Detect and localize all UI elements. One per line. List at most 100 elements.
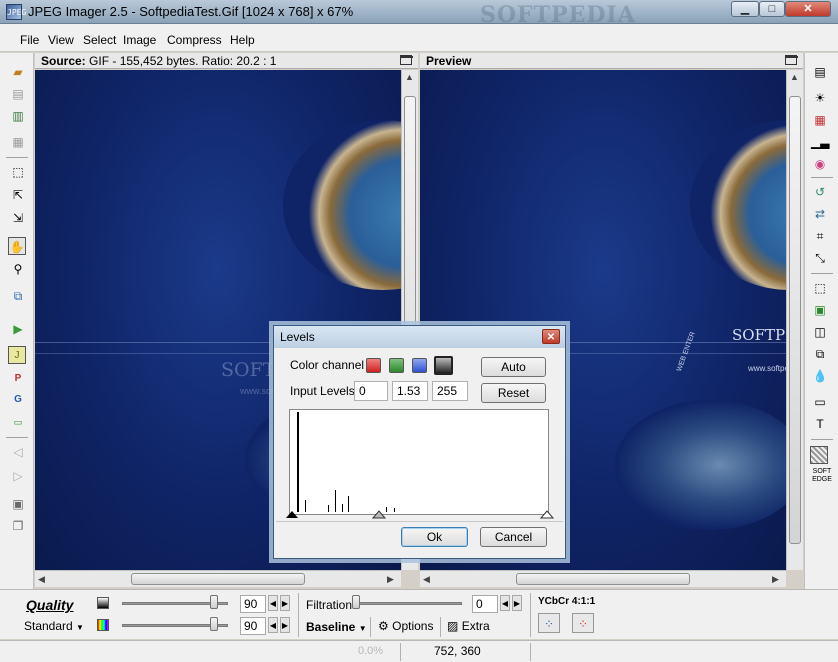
soft-edge-icon[interactable] (810, 446, 828, 464)
jpeg-mode-icon[interactable]: J (8, 346, 26, 364)
crop-icon[interactable]: ⌗ (811, 227, 829, 245)
quality-decrement-icon[interactable]: ◀ (268, 595, 278, 611)
resize-image-icon[interactable]: ⤡ (811, 249, 829, 267)
export-icon[interactable]: ▶ (9, 320, 27, 338)
luminance-quality-thumb[interactable] (210, 595, 218, 609)
source-maximize-icon[interactable] (400, 55, 413, 65)
selection-icon[interactable]: ⬚ (811, 279, 829, 297)
white-point-slider[interactable] (539, 510, 555, 519)
subsampling-blue-icon[interactable]: ⁘ (538, 613, 560, 633)
menu-select[interactable]: Select (83, 33, 116, 47)
input-level-white[interactable]: 255 (432, 381, 468, 401)
toolbar-divider (6, 157, 28, 158)
color-wheel-icon[interactable]: ◉ (811, 155, 829, 173)
quality2-decrement-icon[interactable]: ◀ (268, 617, 278, 633)
scroll-left-icon[interactable]: ◀ (38, 574, 45, 585)
input-level-gamma[interactable]: 1.53 (392, 381, 428, 401)
brightness-icon[interactable]: ☀ (811, 89, 829, 107)
extra-label: Extra (461, 619, 490, 633)
gif-mode-icon[interactable]: G (9, 391, 27, 409)
copy-icon[interactable]: ❐ (9, 517, 27, 535)
text-icon[interactable]: T (811, 415, 829, 433)
input-levels-label: Input Levels (290, 384, 355, 398)
black-point-slider[interactable] (286, 511, 298, 518)
hand-icon[interactable]: ✋ (8, 237, 26, 255)
cancel-button[interactable]: Cancel (480, 527, 547, 547)
layers-icon[interactable]: ▣ (811, 301, 829, 319)
blue-channel-button[interactable] (412, 358, 427, 373)
select-rect-icon[interactable]: ⬚ (9, 163, 27, 181)
scroll-right-icon[interactable]: ▶ (772, 574, 779, 585)
color-balance-icon[interactable]: ▦ (811, 111, 829, 129)
reset-button[interactable]: Reset (481, 383, 546, 403)
red-channel-button[interactable] (366, 358, 381, 373)
auto-button[interactable]: Auto (481, 357, 546, 377)
source-hscroll[interactable]: ◀ ▶ (35, 570, 401, 587)
scroll-up-icon[interactable]: ▲ (790, 72, 799, 82)
arrange-icon[interactable]: ⧉ (811, 345, 829, 363)
batch-icon[interactable]: ▣ (9, 495, 27, 513)
flip-icon[interactable]: ⇄ (811, 205, 829, 223)
preview-hscroll[interactable]: ◀ ▶ (420, 570, 786, 587)
standard-dropdown[interactable]: Standard ▼ (24, 619, 84, 633)
select-arrow-icon[interactable]: ⇱ (9, 186, 27, 204)
subsampling-red-icon[interactable]: ⁘ (572, 613, 594, 633)
ok-button[interactable]: Ok (401, 527, 468, 547)
filtration-decrement-icon[interactable]: ◀ (500, 595, 510, 611)
redo-icon[interactable]: ▷ (9, 467, 27, 485)
source-hscroll-thumb[interactable] (131, 573, 305, 585)
green-channel-button[interactable] (389, 358, 404, 373)
extra-button[interactable]: ▨ Extra (447, 619, 490, 633)
quality-input-2[interactable]: 90 (240, 617, 266, 635)
paste-icon[interactable]: ▤ (9, 85, 27, 103)
select-move-icon[interactable]: ⇲ (9, 209, 27, 227)
menu-file[interactable]: File (20, 33, 39, 47)
input-level-black[interactable]: 0 (354, 381, 388, 401)
gray-channel-button[interactable] (434, 356, 453, 375)
menu-view[interactable]: View (48, 33, 74, 47)
options-button[interactable]: ⚙ Options (378, 619, 433, 633)
levels-close-button[interactable]: ✕ (542, 329, 560, 344)
extra-icon: ▨ (447, 619, 459, 633)
undo-icon[interactable]: ◁ (9, 443, 27, 461)
resize-icon[interactable]: ⧉ (9, 287, 27, 305)
scroll-right-icon[interactable]: ▶ (387, 574, 394, 585)
preview-label: Preview (426, 54, 472, 68)
histogram-icon[interactable]: ▁▃ (811, 133, 829, 151)
scan-icon[interactable]: ▥ (9, 107, 27, 125)
quality2-increment-icon[interactable]: ▶ (280, 617, 290, 633)
filtration-thumb[interactable] (352, 595, 360, 609)
quality-increment-icon[interactable]: ▶ (280, 595, 290, 611)
save-icon[interactable]: ▦ (9, 133, 27, 151)
minimize-button[interactable]: ▁ (731, 1, 759, 17)
filtration-input[interactable]: 0 (472, 595, 498, 613)
close-button[interactable]: ✕ (785, 1, 831, 17)
frame-icon[interactable]: ▭ (811, 393, 829, 411)
bmp-mode-icon[interactable]: ▭ (9, 413, 27, 431)
maximize-button[interactable]: □ (759, 1, 785, 17)
info-icon[interactable]: ▤ (811, 63, 829, 81)
split-icon[interactable]: ◫ (811, 323, 829, 341)
gamma-slider[interactable] (371, 510, 387, 519)
menu-image[interactable]: Image (123, 33, 156, 47)
preview-hscroll-thumb[interactable] (516, 573, 690, 585)
scroll-left-icon[interactable]: ◀ (423, 574, 430, 585)
preview-vscroll[interactable]: ▲ (786, 70, 803, 570)
rotate-icon[interactable]: ↺ (811, 183, 829, 201)
png-mode-icon[interactable]: P (9, 370, 27, 388)
scroll-up-icon[interactable]: ▲ (405, 72, 414, 82)
baseline-dropdown[interactable]: Baseline ▼ (306, 620, 367, 634)
open-folder-icon[interactable]: ▰ (9, 63, 27, 81)
menu-help[interactable]: Help (230, 33, 255, 47)
standard-label: Standard (24, 619, 73, 633)
menu-compress[interactable]: Compress (167, 33, 222, 47)
dialog-divider (276, 521, 563, 522)
quality-input-1[interactable]: 90 (240, 595, 266, 613)
drop-icon[interactable]: 💧 (811, 367, 829, 385)
preview-vscroll-thumb[interactable] (789, 96, 801, 544)
chrominance-quality-thumb[interactable] (210, 617, 218, 631)
filtration-increment-icon[interactable]: ▶ (512, 595, 522, 611)
filtration-track[interactable] (352, 602, 462, 605)
zoom-icon[interactable]: ⚲ (9, 260, 27, 278)
preview-maximize-icon[interactable] (785, 55, 798, 65)
